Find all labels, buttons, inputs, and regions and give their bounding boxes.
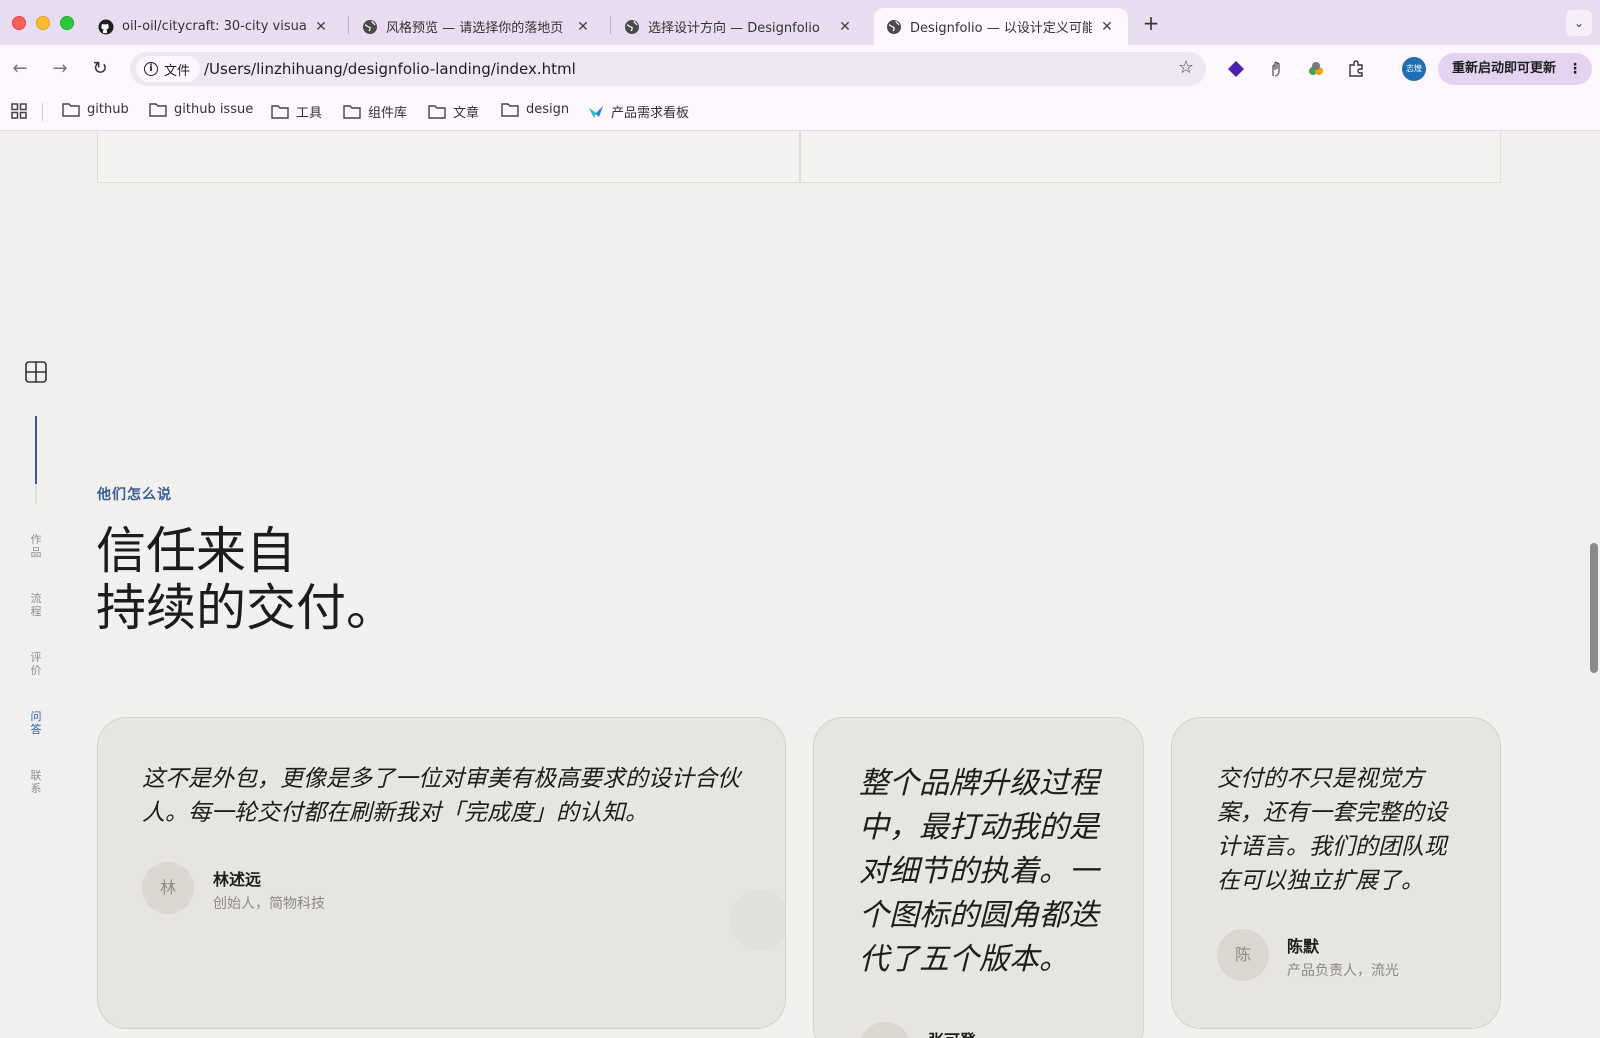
section-eyebrow: 他们怎么说 bbox=[97, 487, 172, 503]
new-tab-button[interactable]: + bbox=[1138, 10, 1164, 36]
bookmark-components[interactable]: 组件库 bbox=[343, 102, 407, 121]
apps-grid-icon[interactable] bbox=[10, 102, 28, 120]
grid-menu-icon[interactable] bbox=[25, 361, 47, 383]
testimonial-card: 交付的不只是视觉方案，还有一套完整的设计语言。我们的团队现在可以独立扩展了。 陈… bbox=[1171, 717, 1501, 1029]
feishu-icon bbox=[589, 105, 603, 118]
testimonial-name: 陈默 bbox=[1287, 937, 1320, 956]
browser-toolbar: ← → ↻ i 文件 /Users/linzhihuang/designfoli… bbox=[0, 45, 1600, 93]
avatar bbox=[859, 1022, 911, 1038]
testimonial-name: 林述远 bbox=[213, 870, 262, 889]
tab-close-icon[interactable]: ✕ bbox=[312, 19, 330, 35]
bookmark-label: 组件库 bbox=[368, 106, 408, 121]
update-label: 重新启动即可更新 bbox=[1452, 61, 1557, 76]
bookmark-label: design bbox=[526, 102, 570, 117]
address-bar[interactable]: i 文件 /Users/linzhihuang/designfolio-land… bbox=[130, 52, 1206, 86]
tab-style-preview[interactable]: 风格预览 — 请选择你的落地页 ✕ bbox=[350, 8, 604, 45]
scroll-progress-fill bbox=[35, 416, 37, 484]
section-title-line2: 持续的交付。 bbox=[96, 579, 396, 637]
bookmark-label: github issue bbox=[174, 102, 254, 117]
section-title: 信任来自 持续的交付。 bbox=[96, 523, 396, 637]
decorative-circle bbox=[730, 890, 785, 950]
bookmark-articles[interactable]: 文章 bbox=[428, 102, 479, 121]
nav-item-works[interactable]: 作品 bbox=[28, 533, 44, 559]
extensions-puzzle-icon[interactable] bbox=[1344, 57, 1368, 81]
bookmark-product-board[interactable]: 产品需求看板 bbox=[588, 102, 689, 121]
site-info-label: 文件 bbox=[164, 63, 191, 79]
previous-section-card bbox=[97, 131, 800, 183]
minimize-window-button[interactable] bbox=[36, 16, 50, 30]
testimonial-quote: 这不是外包，更像是多了一位对审美有极高要求的设计合伙人。每一轮交付都在刷新我对「… bbox=[142, 766, 740, 826]
close-window-button[interactable] bbox=[12, 16, 26, 30]
nav-item-faq[interactable]: 问答 bbox=[28, 710, 44, 736]
section-title-line1: 信任来自 bbox=[96, 522, 296, 580]
info-icon: i bbox=[144, 62, 158, 76]
folder-icon bbox=[343, 105, 361, 119]
bookmark-tools[interactable]: 工具 bbox=[271, 102, 322, 121]
nav-item-process[interactable]: 流程 bbox=[28, 592, 44, 618]
extension-puzzle-color-icon[interactable] bbox=[1304, 57, 1328, 81]
avatar: 陈 bbox=[1217, 929, 1269, 981]
bookmark-label: 文章 bbox=[453, 106, 480, 121]
folder-icon bbox=[501, 103, 519, 117]
site-info-chip[interactable]: i 文件 bbox=[136, 56, 201, 82]
testimonial-role: 产品负责人，流光 bbox=[1287, 963, 1399, 979]
url-text[interactable]: /Users/linzhihuang/designfolio-landing/i… bbox=[204, 60, 576, 78]
tab-design-direction[interactable]: 选择设计方向 — Designfolio ✕ bbox=[612, 8, 866, 45]
tab-close-icon[interactable]: ✕ bbox=[574, 19, 592, 35]
tab-separator bbox=[348, 16, 349, 34]
testimonial-card: 这不是外包，更像是多了一位对审美有极高要求的设计合伙人。每一轮交付都在刷新我对「… bbox=[97, 717, 786, 1029]
scroll-progress-track bbox=[35, 416, 37, 504]
previous-section-card bbox=[800, 131, 1501, 183]
tab-close-icon[interactable]: ✕ bbox=[1098, 19, 1116, 35]
avatar: 林 bbox=[142, 862, 194, 914]
tab-citycraft[interactable]: oil-oil/citycraft: 30-city visual ✕ bbox=[86, 8, 342, 45]
bookmarks-bar: github github issue 工具 组件库 文章 design 产品需… bbox=[0, 93, 1600, 131]
reload-icon[interactable]: ↻ bbox=[88, 57, 112, 81]
extension-diamond-icon[interactable] bbox=[1224, 57, 1248, 81]
forward-arrow-icon[interactable]: → bbox=[48, 57, 72, 81]
bookmarks-separator bbox=[42, 103, 43, 121]
tab-title: 风格预览 — 请选择你的落地页 bbox=[386, 21, 564, 36]
page-viewport: 作品 流程 评价 问答 联系 他们怎么说 信任来自 持续的交付。 这不是外包，更… bbox=[0, 131, 1600, 1038]
nav-item-contact[interactable]: 联系 bbox=[28, 769, 44, 795]
extension-hand-icon[interactable] bbox=[1264, 57, 1288, 81]
page-scrollbar-thumb[interactable] bbox=[1590, 543, 1598, 673]
tab-close-icon[interactable]: ✕ bbox=[836, 19, 854, 35]
bookmark-star-icon[interactable]: ☆ bbox=[1178, 57, 1194, 78]
bookmark-label: 产品需求看板 bbox=[611, 106, 690, 121]
tab-search-button[interactable]: ⌄ bbox=[1566, 10, 1592, 36]
folder-icon bbox=[62, 103, 80, 117]
tab-separator bbox=[610, 16, 611, 34]
zoom-window-button[interactable] bbox=[60, 16, 74, 30]
update-button[interactable]: 重新启动即可更新 ⋮ bbox=[1438, 53, 1592, 85]
testimonial-name: 张可登 bbox=[928, 1027, 976, 1038]
github-icon bbox=[98, 19, 114, 34]
bookmark-github[interactable]: github bbox=[62, 102, 129, 117]
tab-designfolio-active[interactable]: Designfolio — 以设计定义可能 ✕ bbox=[874, 8, 1128, 45]
globe-icon bbox=[625, 19, 639, 34]
testimonial-card: 整个品牌升级过程中，最打动我的是对细节的执着。一个图标的圆角都迭代了五个版本。 … bbox=[813, 717, 1144, 1038]
tab-title: Designfolio — 以设计定义可能 bbox=[910, 21, 1092, 36]
tab-title: oil-oil/citycraft: 30-city visual bbox=[122, 19, 306, 34]
folder-icon bbox=[149, 103, 167, 117]
back-arrow-icon[interactable]: ← bbox=[8, 57, 32, 81]
bookmark-label: github bbox=[87, 102, 129, 117]
globe-icon bbox=[363, 19, 377, 34]
bookmark-label: 工具 bbox=[296, 106, 323, 121]
testimonial-quote: 交付的不只是视觉方案，还有一套完整的设计语言。我们的团队现在可以独立扩展了。 bbox=[1217, 766, 1447, 894]
bookmark-design[interactable]: design bbox=[501, 102, 569, 117]
testimonial-role: 创始人，简物科技 bbox=[213, 896, 325, 912]
folder-icon bbox=[271, 105, 289, 119]
folder-icon bbox=[428, 105, 446, 119]
bookmark-github-issue[interactable]: github issue bbox=[149, 102, 253, 117]
tab-title: 选择设计方向 — Designfolio bbox=[648, 21, 820, 36]
more-menu-icon[interactable]: ⋮ bbox=[1568, 53, 1582, 85]
testimonial-quote: 整个品牌升级过程中，最打动我的是对细节的执着。一个图标的圆角都迭代了五个版本。 bbox=[859, 766, 1099, 977]
globe-icon bbox=[887, 19, 901, 34]
nav-item-reviews[interactable]: 评价 bbox=[28, 651, 44, 677]
tab-bar: oil-oil/citycraft: 30-city visual ✕ 风格预览… bbox=[0, 0, 1600, 45]
profile-avatar[interactable]: 志煌 bbox=[1402, 57, 1426, 81]
